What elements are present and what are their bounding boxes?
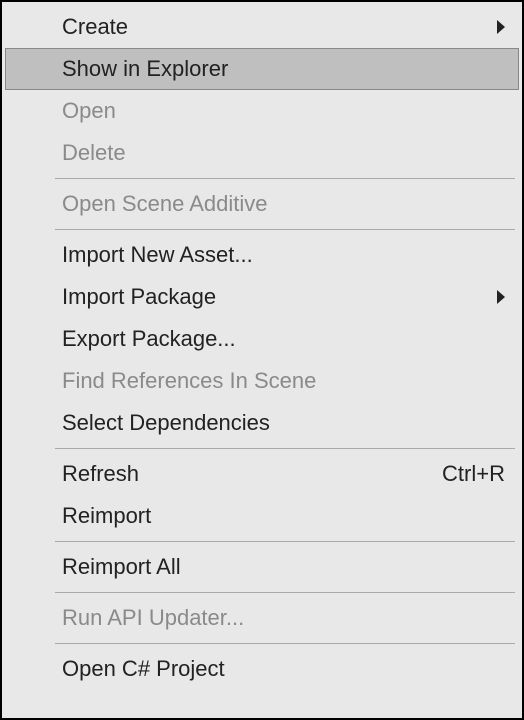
menu-item-label: Import Package [62, 284, 505, 310]
menu-item-label: Refresh [62, 461, 442, 487]
menu-item-label: Delete [62, 140, 505, 166]
menu-item-reimport-all[interactable]: Reimport All [5, 546, 519, 588]
menu-item-refresh[interactable]: Refresh Ctrl+R [5, 453, 519, 495]
menu-item-label: Find References In Scene [62, 368, 505, 394]
submenu-arrow-icon [497, 290, 505, 304]
menu-separator [55, 448, 515, 449]
menu-item-open-scene-additive[interactable]: Open Scene Additive [5, 183, 519, 225]
menu-item-label: Open C# Project [62, 656, 505, 682]
menu-item-label: Export Package... [62, 326, 505, 352]
menu-item-show-in-explorer[interactable]: Show in Explorer [5, 48, 519, 90]
menu-item-import-package[interactable]: Import Package [5, 276, 519, 318]
menu-item-label: Open Scene Additive [62, 191, 505, 217]
menu-separator [55, 643, 515, 644]
menu-separator [55, 541, 515, 542]
menu-item-find-references-in-scene[interactable]: Find References In Scene [5, 360, 519, 402]
menu-item-label: Import New Asset... [62, 242, 505, 268]
menu-item-label: Open [62, 98, 505, 124]
menu-item-delete[interactable]: Delete [5, 132, 519, 174]
menu-separator [55, 229, 515, 230]
menu-item-select-dependencies[interactable]: Select Dependencies [5, 402, 519, 444]
menu-item-label: Show in Explorer [62, 56, 505, 82]
menu-item-label: Select Dependencies [62, 410, 505, 436]
menu-item-label: Create [62, 14, 505, 40]
menu-item-run-api-updater[interactable]: Run API Updater... [5, 597, 519, 639]
menu-item-import-new-asset[interactable]: Import New Asset... [5, 234, 519, 276]
menu-shortcut: Ctrl+R [442, 461, 505, 487]
menu-item-open-csharp-project[interactable]: Open C# Project [5, 648, 519, 690]
menu-item-open[interactable]: Open [5, 90, 519, 132]
submenu-arrow-icon [497, 20, 505, 34]
menu-item-create[interactable]: Create [5, 6, 519, 48]
menu-separator [55, 592, 515, 593]
menu-item-label: Reimport [62, 503, 505, 529]
menu-item-label: Reimport All [62, 554, 505, 580]
menu-item-reimport[interactable]: Reimport [5, 495, 519, 537]
context-menu: Create Show in Explorer Open Delete Open… [0, 0, 524, 720]
menu-item-label: Run API Updater... [62, 605, 505, 631]
menu-item-export-package[interactable]: Export Package... [5, 318, 519, 360]
menu-separator [55, 178, 515, 179]
